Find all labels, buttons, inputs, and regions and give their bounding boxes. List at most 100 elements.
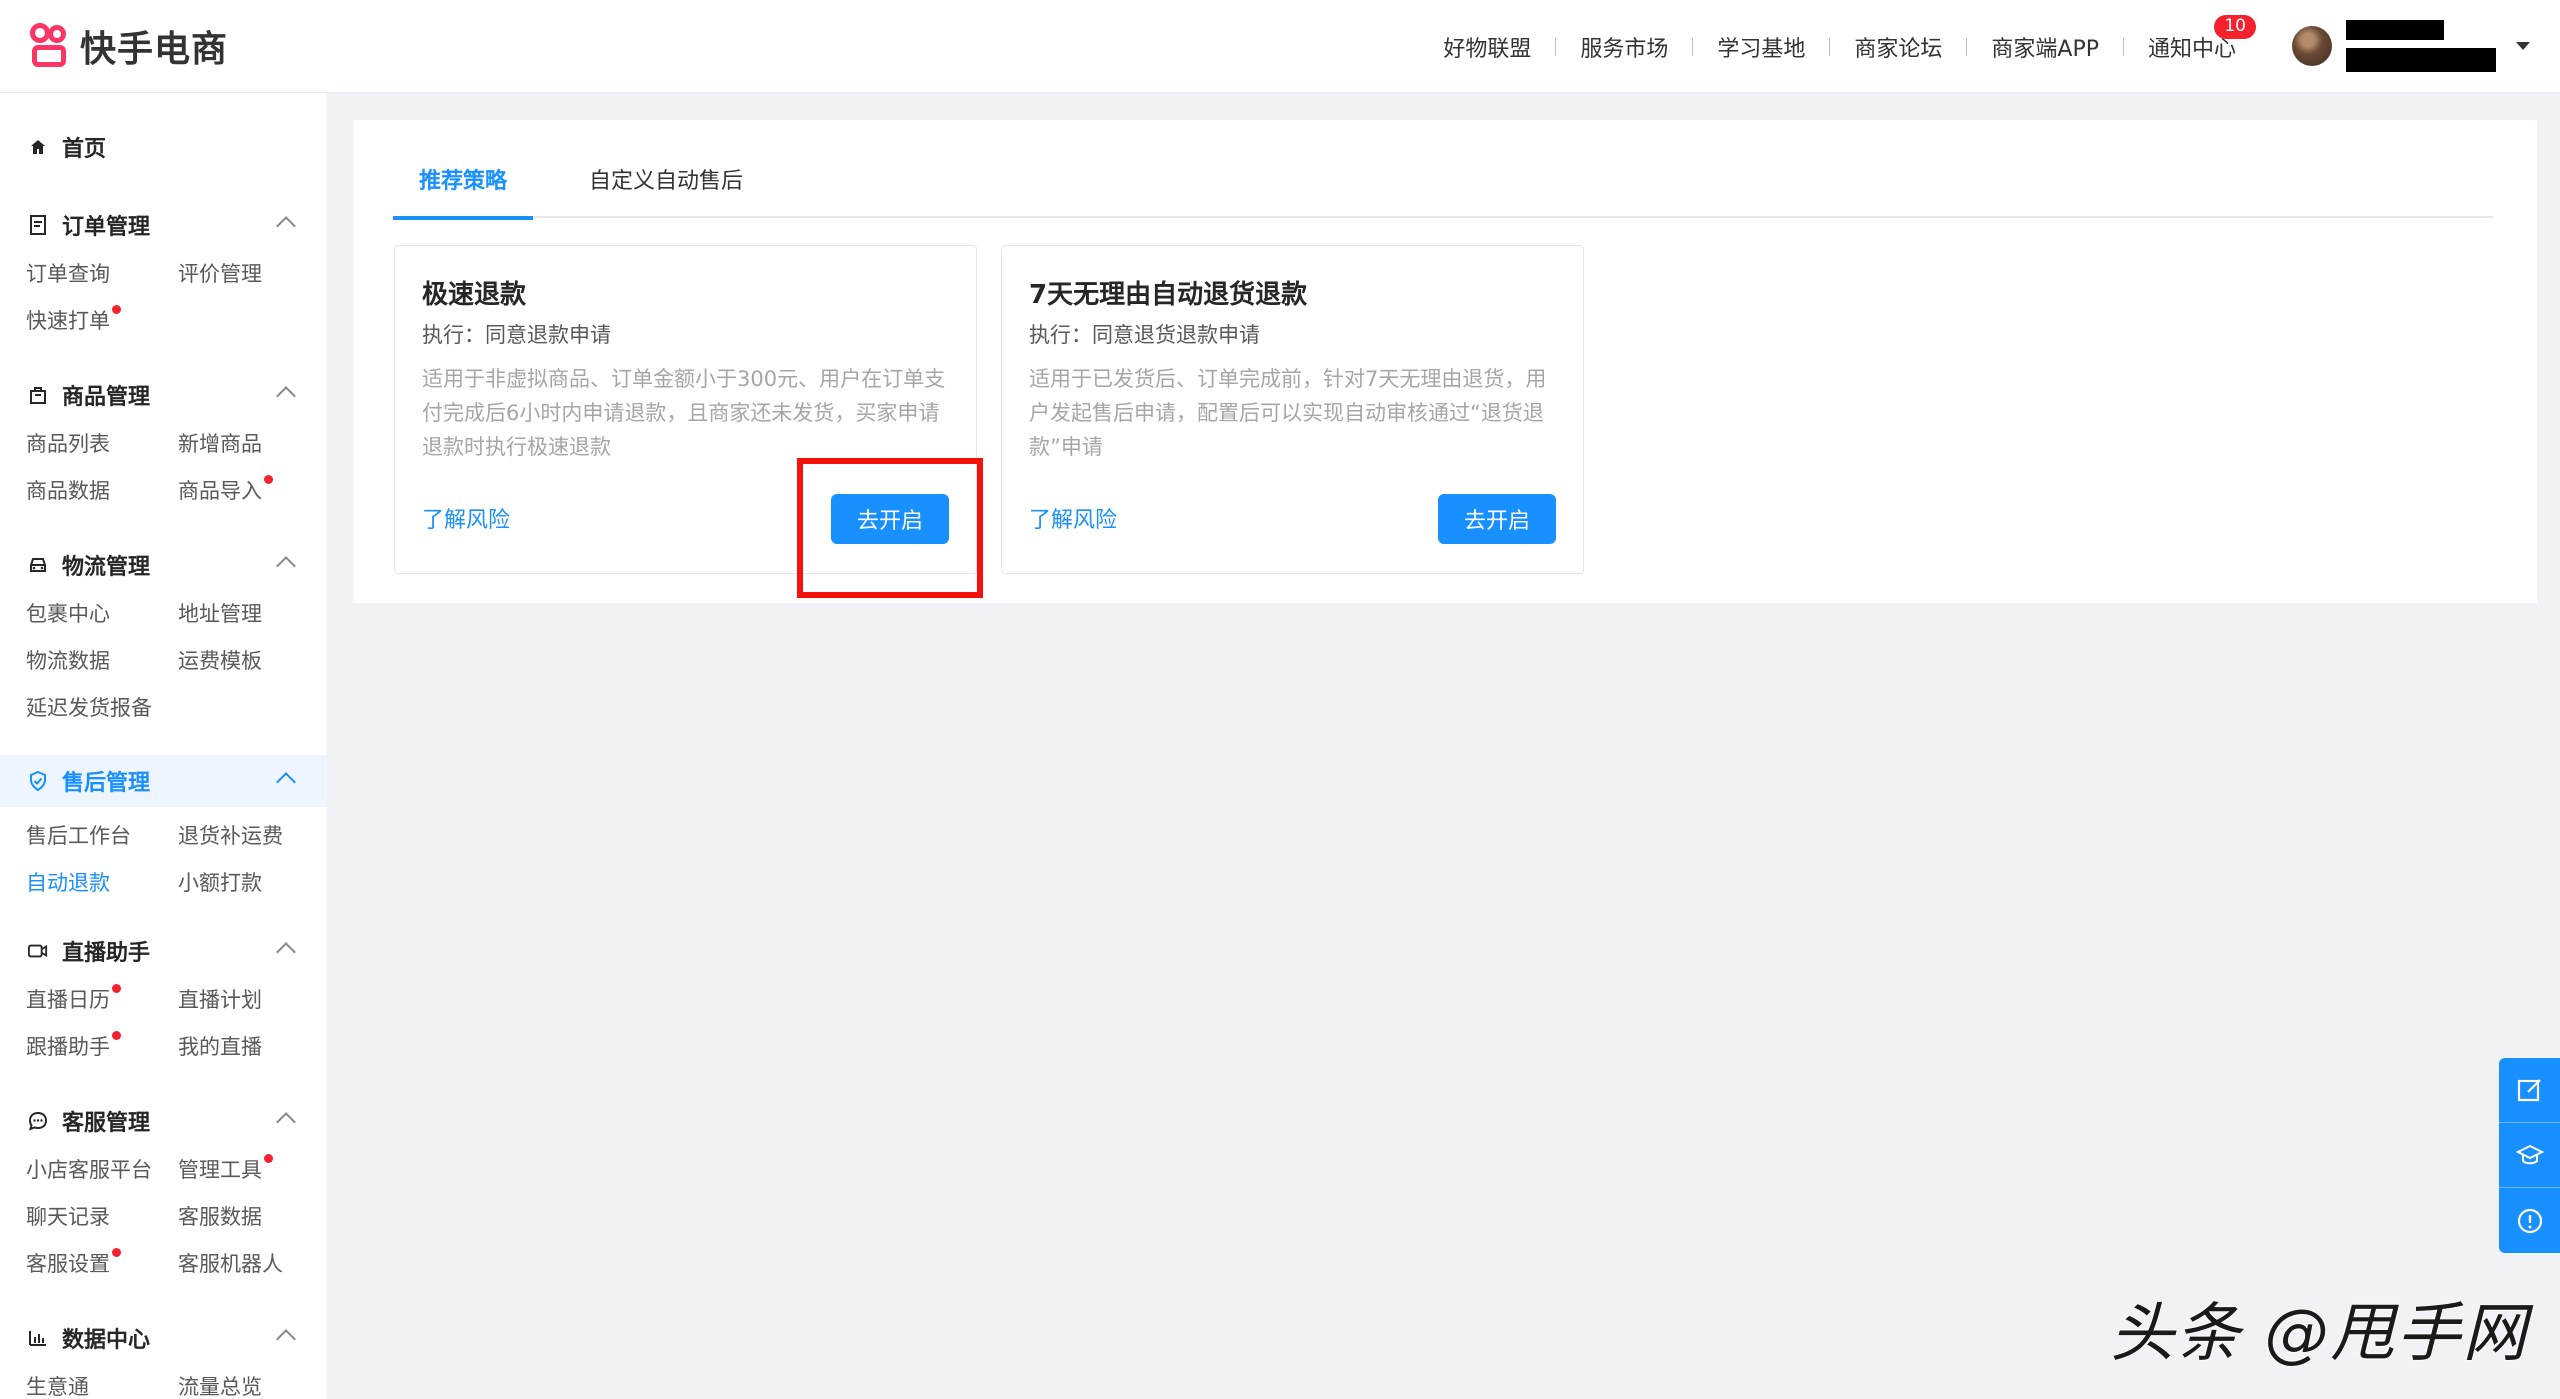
- floating-toolbar: [2499, 1058, 2560, 1253]
- sidebar-item-logistics-data[interactable]: 物流数据: [26, 638, 178, 685]
- top-nav: 好物联盟 服务市场 学习基地 商家论坛 商家端APP 通知中心 10: [1419, 0, 2260, 93]
- new-dot: [112, 1031, 121, 1040]
- item-label: 管理工具: [178, 1158, 262, 1182]
- car-icon: [28, 555, 48, 575]
- new-dot: [264, 475, 273, 484]
- item-label: 商品导入: [178, 479, 262, 503]
- user-menu[interactable]: [2292, 16, 2530, 76]
- sidebar-item-my-live[interactable]: 我的直播: [178, 1024, 327, 1071]
- sidebar-item-live-follow-assistant[interactable]: 跟播助手: [26, 1024, 178, 1071]
- edit-icon[interactable]: [2499, 1058, 2560, 1123]
- graduation-cap-icon[interactable]: [2499, 1123, 2560, 1188]
- sidebar-item-product-data[interactable]: 商品数据: [26, 468, 178, 515]
- nav-merchant-forum[interactable]: 商家论坛: [1830, 31, 1966, 63]
- sidebar-item-parcel-center[interactable]: 包裹中心: [26, 591, 178, 638]
- sidebar-item-order-query[interactable]: 订单查询: [26, 251, 178, 298]
- chevron-up-icon: [276, 386, 296, 406]
- card-title: 极速退款: [422, 280, 527, 310]
- sidebar-item-cs-robot[interactable]: 客服机器人: [178, 1241, 327, 1288]
- sidebar-item-shengyitong[interactable]: 生意通: [26, 1364, 178, 1399]
- section-title: 数据中心: [62, 1328, 151, 1353]
- sidebar-item-add-product[interactable]: 新增商品: [178, 421, 327, 468]
- sidebar-item-delayed-shipping-report[interactable]: 延迟发货报备: [26, 685, 178, 732]
- nav-haowu-lianmeng[interactable]: 好物联盟: [1419, 31, 1555, 63]
- shield-icon: [28, 771, 48, 791]
- sidebar-section-header[interactable]: 商品管理: [0, 369, 327, 421]
- notification-badge: 10: [2214, 14, 2256, 39]
- sidebar-item-review-management[interactable]: 评价管理: [178, 251, 327, 298]
- sidebar-item-live-plan[interactable]: 直播计划: [178, 977, 327, 1024]
- sidebar-item-traffic-overview[interactable]: 流量总览: [178, 1364, 327, 1399]
- item-label: 跟播助手: [26, 1035, 110, 1059]
- item-label: 直播日历: [26, 988, 110, 1012]
- tab-custom-auto-after-sales[interactable]: 自定义自动售后: [563, 160, 769, 218]
- sidebar-item-freight-template[interactable]: 运费模板: [178, 638, 327, 685]
- chat-icon: [28, 1111, 48, 1131]
- enable-button[interactable]: 去开启: [1438, 494, 1556, 544]
- item-label: 快速打单: [26, 309, 110, 333]
- sidebar-item-chat-records[interactable]: 聊天记录: [26, 1194, 178, 1241]
- sidebar-section-products: 商品管理 商品列表 新增商品 商品数据 商品导入: [0, 369, 327, 515]
- tab-recommended-strategy[interactable]: 推荐策略: [393, 160, 534, 220]
- card-description: 适用于已发货后、订单完成前，针对7天无理由退货，用户发起售后申请，配置后可以实现…: [1029, 367, 1547, 459]
- sidebar-section-orders: 订单管理 订单查询 评价管理 快速打单: [0, 199, 327, 345]
- sidebar-item-quick-print[interactable]: 快速打单: [26, 298, 178, 345]
- chevron-up-icon: [276, 216, 296, 236]
- sidebar-item-address-management[interactable]: 地址管理: [178, 591, 327, 638]
- nav-learning-base[interactable]: 学习基地: [1693, 31, 1829, 63]
- logo[interactable]: 快手电商: [30, 20, 228, 72]
- highlight-box: [797, 458, 983, 598]
- watermark: 头条 @甩手网: [2110, 1297, 2529, 1371]
- section-title: 订单管理: [62, 215, 151, 240]
- new-dot: [112, 1248, 121, 1257]
- sidebar-section-header[interactable]: 数据中心: [0, 1312, 327, 1364]
- caret-down-icon[interactable]: [2516, 42, 2530, 50]
- sidebar-item-store-cs-platform[interactable]: 小店客服平台: [26, 1147, 178, 1194]
- document-icon: [28, 215, 48, 235]
- home-icon: [28, 137, 48, 157]
- sidebar-section-data-center: 数据中心 生意通 流量总览: [0, 1312, 327, 1399]
- nav-service-market[interactable]: 服务市场: [1556, 31, 1692, 63]
- learn-risk-link[interactable]: 了解风险: [422, 502, 510, 534]
- item-label: 客服设置: [26, 1252, 110, 1276]
- sidebar-section-after-sales: 售后管理 售后工作台 退货补运费 自动退款 小额打款: [0, 755, 327, 907]
- chevron-up-icon: [276, 556, 296, 576]
- info-icon[interactable]: [2499, 1188, 2560, 1253]
- section-title: 商品管理: [62, 385, 151, 410]
- sidebar-section-logistics: 物流管理 包裹中心 地址管理 物流数据 运费模板 延迟发货报备: [0, 539, 327, 732]
- bag-icon: [28, 385, 48, 405]
- sidebar-section-header[interactable]: 直播助手: [0, 925, 327, 977]
- sidebar-item-cs-data[interactable]: 客服数据: [178, 1194, 327, 1241]
- nav-merchant-app[interactable]: 商家端APP: [1967, 31, 2123, 63]
- bar-chart-icon: [28, 1328, 48, 1348]
- sidebar-item-live-calendar[interactable]: 直播日历: [26, 977, 178, 1024]
- learn-risk-link[interactable]: 了解风险: [1029, 502, 1117, 534]
- sidebar-item-cs-settings[interactable]: 客服设置: [26, 1241, 178, 1288]
- sidebar-item-product-list[interactable]: 商品列表: [26, 421, 178, 468]
- sidebar-item-home[interactable]: 首页: [28, 131, 106, 163]
- sidebar-home-label: 首页: [62, 137, 107, 162]
- card-description: 适用于非虚拟商品、订单金额小于300元、用户在订单支付完成后6小时内申请退款，且…: [422, 367, 946, 459]
- nav-notification-center[interactable]: 通知中心 10: [2124, 14, 2260, 63]
- sidebar-section-header[interactable]: 客服管理: [0, 1095, 327, 1147]
- section-title: 物流管理: [62, 555, 151, 580]
- strategy-panel: 推荐策略 自定义自动售后 极速退款 执行：同意退款申请 适用于非虚拟商品、订单金…: [353, 120, 2537, 603]
- video-icon: [28, 941, 48, 961]
- top-header: 快手电商 好物联盟 服务市场 学习基地 商家论坛 商家端APP 通知中心 10: [0, 0, 2560, 93]
- sidebar-item-auto-refund[interactable]: 自动退款: [26, 860, 178, 907]
- sidebar-item-management-tools[interactable]: 管理工具: [178, 1147, 327, 1194]
- sidebar-item-after-sales-workbench[interactable]: 售后工作台: [26, 813, 178, 860]
- chevron-up-icon: [276, 1112, 296, 1132]
- avatar[interactable]: [2292, 26, 2332, 66]
- sidebar-section-header[interactable]: 售后管理: [0, 755, 327, 807]
- sidebar-item-product-import[interactable]: 商品导入: [178, 468, 327, 515]
- chevron-up-icon: [276, 772, 296, 792]
- kuaishou-logo-icon: [30, 23, 70, 69]
- new-dot: [112, 984, 121, 993]
- new-dot: [112, 305, 121, 314]
- sidebar-item-small-payment[interactable]: 小额打款: [178, 860, 327, 907]
- sidebar: 首页 订单管理 订单查询 评价管理 快速打单 商品管理 商品列表 新增商品 商品…: [0, 93, 327, 1399]
- sidebar-section-header[interactable]: 物流管理: [0, 539, 327, 591]
- sidebar-item-return-shipping-subsidy[interactable]: 退货补运费: [178, 813, 327, 860]
- sidebar-section-header[interactable]: 订单管理: [0, 199, 327, 251]
